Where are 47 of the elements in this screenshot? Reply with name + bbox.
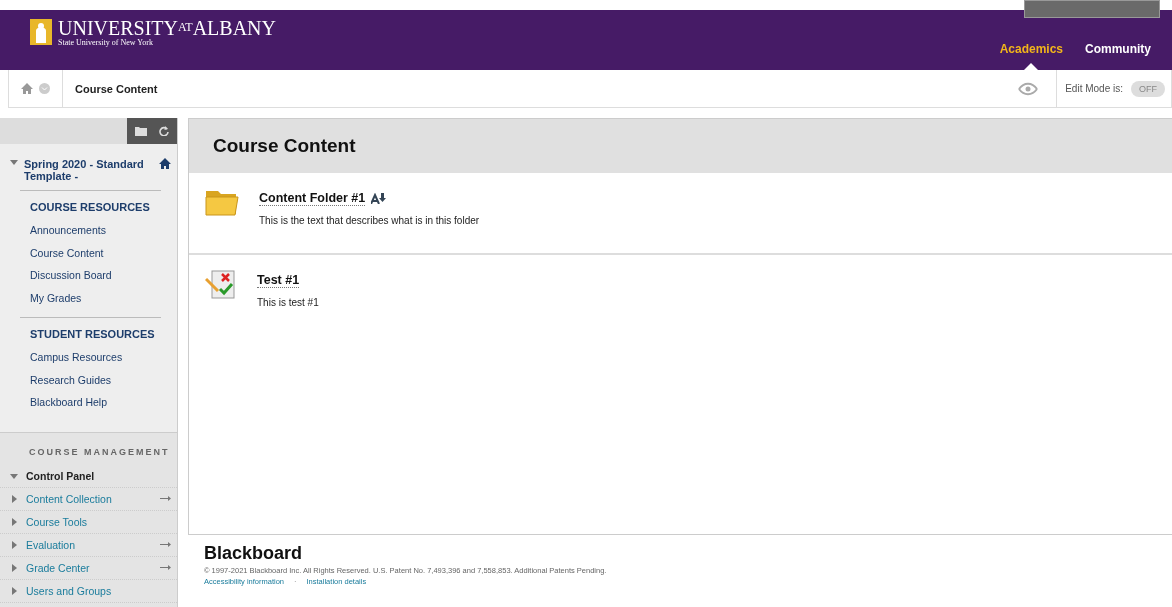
collapsed-triangle-icon[interactable] — [10, 494, 18, 503]
course-title[interactable]: Spring 2020 - Standard Template - — [24, 158, 153, 182]
tree-item[interactable]: Course Tools — [26, 515, 171, 528]
arrow-right-icon[interactable] — [160, 542, 171, 547]
section-heading: STUDENT RESOURCES — [30, 328, 156, 340]
menu-link[interactable]: Campus Resources — [30, 346, 161, 369]
footer-logo: Blackboard — [204, 543, 304, 564]
arrow-right-icon[interactable] — [160, 565, 171, 570]
refresh-icon[interactable] — [159, 126, 169, 136]
page-title: Course Content — [213, 135, 356, 157]
folder-icon[interactable] — [135, 126, 147, 136]
menu-link[interactable]: Announcements — [30, 219, 161, 242]
tree-item[interactable]: Content Collection — [26, 492, 152, 505]
breadcrumb-label: Course Content — [74, 82, 159, 95]
university-subtitle: State University of New York — [58, 38, 154, 47]
arrow-right-icon[interactable] — [160, 496, 171, 501]
section-heading: COURSE MANAGEMENT — [28, 446, 171, 459]
item-description: This is test #1 — [257, 297, 319, 308]
tree-item[interactable]: Grade Center — [26, 561, 152, 574]
user-menu[interactable] — [1024, 0, 1160, 18]
collapsed-triangle-icon[interactable] — [10, 586, 18, 595]
tree-item[interactable]: Evaluation — [26, 538, 152, 551]
home-icon[interactable] — [159, 158, 171, 169]
section-heading: COURSE RESOURCES — [30, 201, 151, 213]
collapsed-triangle-icon[interactable] — [10, 517, 18, 526]
item-title[interactable]: Test #1 — [257, 273, 300, 288]
logo-icon — [30, 19, 52, 45]
university-wordmark[interactable]: UNIVERSITY$^{AT}$ALBANY — [58, 17, 276, 38]
item-title[interactable]: Content Folder #1 — [259, 191, 366, 206]
collapsed-triangle-icon[interactable] — [10, 563, 18, 572]
expanded-triangle-icon[interactable] — [10, 158, 18, 166]
menu-link[interactable]: Course Content — [30, 241, 161, 264]
menu-link[interactable]: Discussion Board — [30, 264, 161, 287]
item-description: This is the text that describes what is in this folder — [259, 215, 480, 226]
menu-link[interactable]: My Grades — [30, 286, 161, 309]
menu-link[interactable]: Blackboard Help — [30, 391, 161, 414]
nav-tab[interactable]: Community — [1074, 42, 1162, 70]
collapsed-triangle-icon[interactable] — [10, 540, 18, 549]
sort-icon[interactable] — [371, 193, 387, 204]
nav-tab[interactable]: Academics — [988, 42, 1074, 70]
test-icon — [205, 269, 237, 301]
edit-mode-label: Edit Mode is: — [1056, 70, 1123, 107]
control-panel-label[interactable]: Control Panel — [26, 469, 171, 482]
expanded-triangle-icon[interactable] — [10, 471, 18, 480]
tree-item[interactable]: Users and Groups — [26, 584, 171, 597]
eye-icon[interactable] — [1018, 81, 1039, 96]
menu-link[interactable]: Research Guides — [30, 368, 161, 391]
